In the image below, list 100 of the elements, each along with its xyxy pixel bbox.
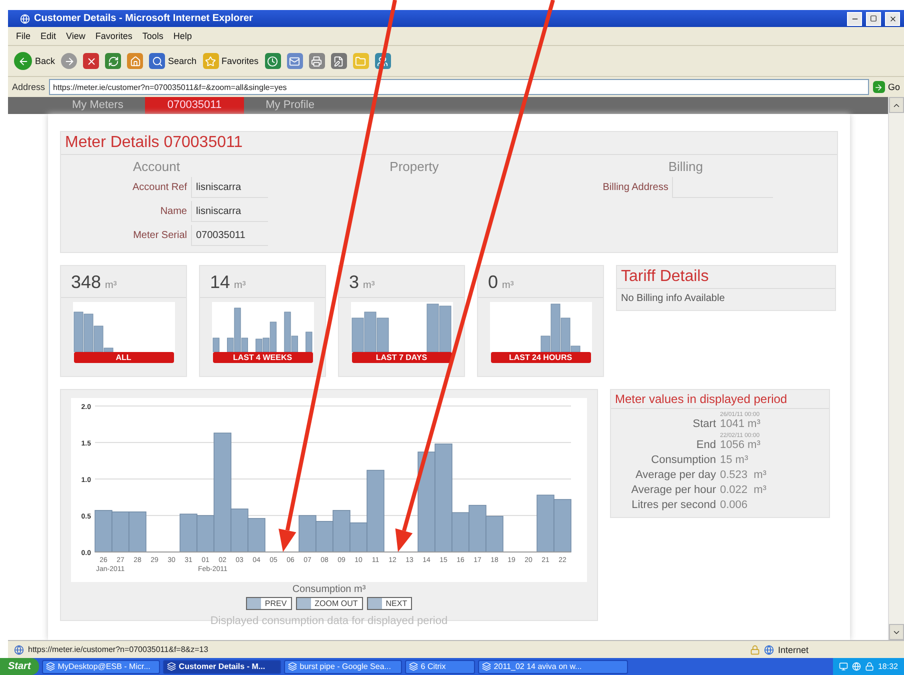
window-title: Customer Details - Microsoft Internet Explorer: [34, 13, 254, 24]
minimize-button[interactable]: [847, 12, 862, 26]
value-text: 1041 m³: [720, 418, 762, 430]
field-label: Name: [159, 206, 187, 217]
go-icon: [872, 81, 885, 93]
panel-title: Tariff Details: [617, 266, 835, 289]
taskbar-item[interactable]: Customer Details - M...: [162, 660, 281, 674]
menu-item[interactable]: Tools: [142, 31, 164, 41]
taskbar-item[interactable]: burst pipe - Google Sea...: [284, 660, 402, 674]
taskbar-item[interactable]: MyDesktop@ESB - Micr...: [42, 660, 160, 674]
start-button[interactable]: Start: [0, 658, 39, 675]
consumption-bar: [128, 512, 146, 552]
forward-icon[interactable]: [61, 53, 78, 69]
field-value: lisniscarra: [191, 201, 268, 222]
go-button[interactable]: Go: [872, 81, 900, 93]
document-icon[interactable]: [330, 53, 347, 69]
close-icon: [888, 14, 896, 22]
value-text: 1056 m³: [720, 439, 762, 451]
printer-icon[interactable]: [308, 53, 325, 69]
toolbar-button[interactable]: Favorites: [202, 53, 259, 69]
consumption-bar: [298, 515, 316, 552]
panel-title: Meter values in displayed period: [611, 390, 829, 409]
maximize-icon: [870, 15, 877, 22]
globe-icon[interactable]: [852, 662, 861, 671]
security-zone: Internet: [778, 644, 810, 654]
chart-nav-button[interactable]: ZOOM OUT: [296, 597, 363, 610]
taskbar-item[interactable]: 2011_02 14 aviva on w...: [478, 660, 628, 674]
value-label: End: [695, 439, 716, 451]
window-icon: [408, 662, 418, 671]
field-label: Billing Address: [602, 182, 668, 193]
monitor-icon[interactable]: [838, 662, 848, 671]
period-button[interactable]: ALL: [74, 352, 174, 363]
consumption-bar: [180, 514, 198, 552]
period-button[interactable]: LAST 24 HOURS: [490, 352, 590, 363]
menu-item[interactable]: File: [16, 31, 31, 41]
scroll-up-button[interactable]: [889, 97, 904, 113]
period-button[interactable]: LAST 7 DAYS: [352, 352, 452, 363]
consumption-bar: [94, 510, 112, 552]
star-icon: [202, 53, 219, 69]
stop-icon[interactable]: [83, 53, 100, 69]
usage-value: 14 m³: [200, 266, 325, 298]
field-value: lisniscarra: [191, 177, 268, 198]
menu-item[interactable]: View: [66, 31, 86, 41]
x-axis-label: Consumption m³: [292, 584, 366, 595]
close-button[interactable]: [885, 12, 900, 26]
page-icon: [14, 644, 24, 654]
window-icon: [166, 662, 176, 671]
usage-value: 348 m³: [61, 266, 186, 298]
value-label: Start: [692, 418, 716, 430]
section-heading: Account: [132, 159, 181, 174]
tariff-message: No Billing info Available: [620, 292, 726, 306]
lock-icon[interactable]: [864, 662, 874, 671]
value-text: 15 m³: [720, 454, 750, 466]
mail-icon[interactable]: [286, 53, 303, 69]
value-label: Average per day: [634, 469, 716, 481]
consumption-bar: [486, 516, 504, 552]
section-heading: Property: [388, 159, 440, 174]
lock-icon: [750, 644, 760, 654]
home-icon[interactable]: [127, 53, 144, 69]
toolbar-button[interactable]: Back: [14, 52, 56, 70]
toolbar-button[interactable]: Search: [149, 53, 197, 69]
scrollbar[interactable]: [888, 97, 904, 640]
window-icon: [482, 662, 491, 671]
usage-value: 3 m³: [339, 266, 464, 298]
clock: 18:32: [878, 662, 898, 671]
window-icon: [288, 662, 297, 671]
field-label: Meter Serial: [132, 230, 187, 241]
menu-item[interactable]: Favorites: [95, 31, 132, 41]
refresh-icon[interactable]: [105, 53, 122, 69]
menu-item[interactable]: Help: [173, 31, 192, 41]
nav-tab[interactable]: 070035011: [145, 97, 244, 114]
scroll-down-button[interactable]: [889, 624, 904, 640]
address-label: Address: [12, 82, 46, 92]
consumption-bar: [468, 504, 486, 552]
chart-nav-button[interactable]: PREV: [246, 597, 292, 610]
chart-nav-button[interactable]: NEXT: [366, 597, 412, 610]
footer-note: Displayed consumption data for displayed period: [209, 615, 449, 627]
field-value: 070035011: [191, 225, 268, 246]
taskbar-item[interactable]: 6 Citrix: [404, 660, 475, 674]
panel-title: Meter Details 070035011: [61, 132, 837, 155]
status-url: https://meter.ie/customer?n=070035011&f=8&z=13: [28, 645, 210, 654]
value-text: 0.022 m³: [720, 484, 768, 496]
value-text: 0.006: [720, 499, 749, 511]
browser-icon: [20, 14, 30, 24]
maximize-button[interactable]: [866, 12, 881, 26]
value-label: Litres per second: [630, 499, 716, 511]
clock-icon[interactable]: [264, 53, 281, 69]
menu-item[interactable]: Edit: [40, 31, 56, 41]
period-button[interactable]: LAST 4 WEEKS: [212, 352, 312, 363]
consumption-bar: [112, 512, 130, 552]
consumption-bar: [332, 510, 350, 552]
value-label: Average per hour: [630, 484, 716, 496]
back-icon: [14, 52, 32, 70]
field-label: Account Ref: [132, 182, 187, 193]
consumption-bar: [536, 494, 554, 552]
consumption-bar: [248, 518, 266, 552]
globe-icon: [764, 644, 774, 654]
address-field[interactable]: https://meter.ie/customer?n=070035011&f=&zoom=all&single=yes: [49, 79, 869, 95]
section-heading: Billing: [667, 159, 704, 174]
usage-value: 0 m³: [478, 266, 603, 298]
